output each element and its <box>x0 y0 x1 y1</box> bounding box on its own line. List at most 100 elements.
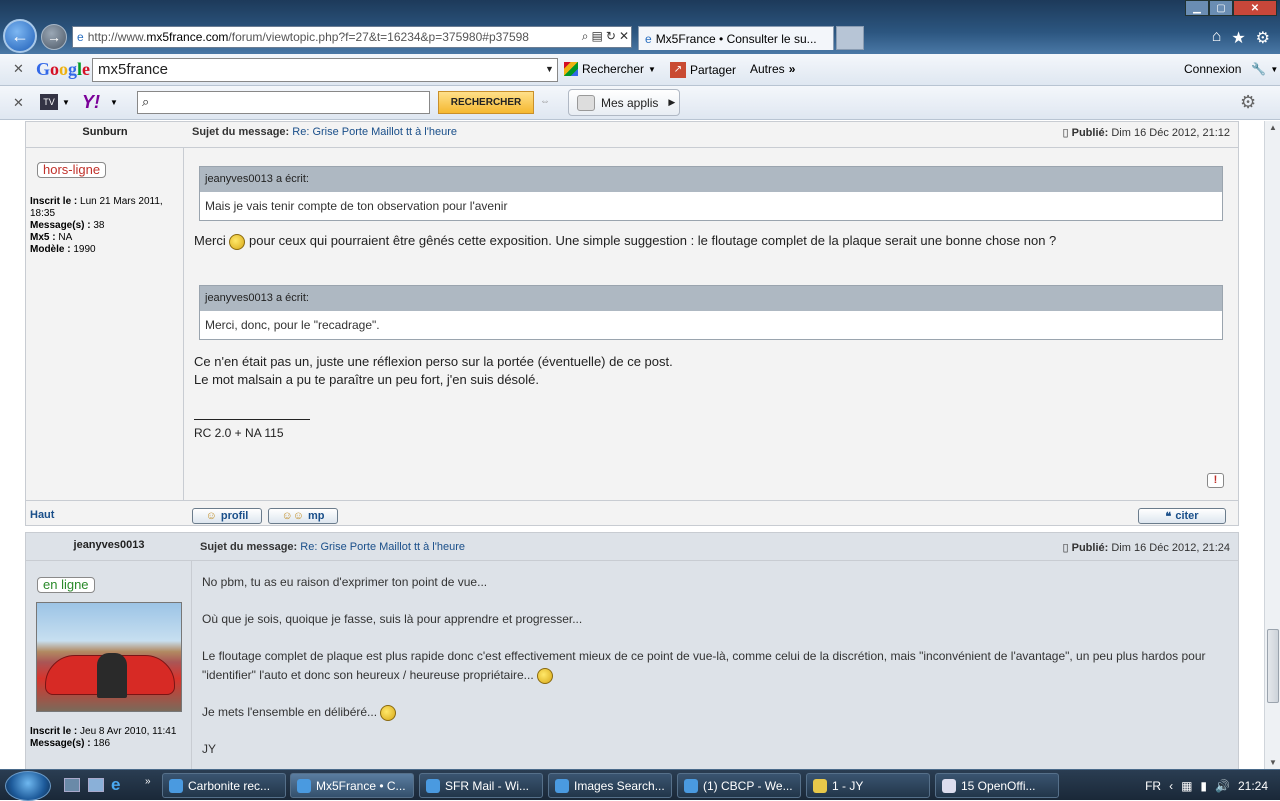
volume-icon[interactable]: 🔊 <box>1215 779 1230 793</box>
refresh-icon[interactable]: ↻ <box>606 29 616 44</box>
tab-mx5france[interactable]: e Mx5France • Consulter le su... <box>638 26 834 50</box>
maximize-icon: ▢ <box>1216 2 1226 14</box>
rechercher-button[interactable]: Rechercher ▼ <box>564 62 656 76</box>
taskbar-item[interactable]: Images Search... <box>548 773 672 798</box>
autres-button[interactable]: Autres » <box>750 62 795 76</box>
citer-button[interactable]: ❝ citer <box>1138 508 1226 524</box>
url-rest: /forum/viewtopic.php?f=27&t=16234&p=3759… <box>228 30 529 44</box>
url-prefix: http://www. <box>87 30 147 44</box>
ie-tab-icon: e <box>645 31 652 46</box>
haut-link[interactable]: Haut <box>30 509 54 521</box>
taskbar-item[interactable]: Mx5France • C... <box>290 773 414 798</box>
browser-titlebar: ← → e http://www. mx5france.com/forum/vie… <box>0 0 1280 54</box>
vertical-scrollbar[interactable]: ▲ ▼ <box>1264 121 1280 769</box>
search-icon[interactable]: ⌕ <box>582 29 589 44</box>
openoffice-icon <box>942 778 956 793</box>
address-bar[interactable]: e http://www. mx5france.com/forum/viewtop… <box>72 26 632 48</box>
close-icon: ✕ <box>1250 2 1260 14</box>
taskbar-item[interactable]: SFR Mail - Wi... <box>419 773 543 798</box>
forward-button[interactable]: → <box>41 24 67 50</box>
messages-label: Message(s) : <box>30 220 91 231</box>
forum-post: Sunburn Sujet du message: Re: Grise Port… <box>25 121 1239 526</box>
taskbar-item[interactable]: (1) CBCP - We... <box>677 773 801 798</box>
partager-label: Partager <box>690 63 737 77</box>
language-indicator[interactable]: FR <box>1145 779 1161 793</box>
autres-label: Autres <box>750 62 785 76</box>
post-subject: Sujet du message: Re: Grise Porte Maillo… <box>192 126 457 138</box>
ie-icon <box>555 778 569 793</box>
home-icon[interactable]: ⌂ <box>1212 28 1222 48</box>
google-toolbar: ✕ Google mx5france ▼ Rechercher ▼ ↗ Part… <box>0 54 1280 86</box>
smiley-icon <box>537 667 554 684</box>
start-button[interactable] <box>5 771 51 801</box>
chevron-down-icon: ▼ <box>648 64 656 74</box>
scroll-down-icon[interactable]: ▼ <box>1269 758 1277 767</box>
messages-value: 38 <box>93 220 105 231</box>
explorer-icon[interactable] <box>88 778 104 792</box>
gear-icon[interactable]: ⚙ <box>1256 28 1270 48</box>
scroll-thumb[interactable] <box>1267 629 1279 703</box>
taskbar-item[interactable]: 15 OpenOffi... <box>935 773 1059 798</box>
page-icon: e <box>77 30 84 44</box>
mes-applis-button[interactable]: Mes applis ▶ <box>568 89 680 116</box>
yahoo-rechercher-button[interactable]: RECHERCHER <box>438 91 534 114</box>
page-viewport: Sunburn Sujet du message: Re: Grise Port… <box>0 121 1264 769</box>
star-icon[interactable]: ★ <box>1231 28 1245 48</box>
post-header: jeanyves0013 Sujet du message: Re: Grise… <box>26 533 1238 561</box>
report-button[interactable]: ! <box>1207 473 1224 488</box>
minimize-icon: ▁ <box>1193 2 1201 14</box>
network-icon[interactable]: ▦ <box>1181 779 1192 793</box>
post-icon: ▯ <box>1062 127 1069 139</box>
maximize-button[interactable]: ▢ <box>1209 0 1233 16</box>
mp-button[interactable]: ☺☺ mp <box>268 508 338 524</box>
dropdown-arrow-icon[interactable]: ▼ <box>545 64 554 74</box>
connexion-button[interactable]: Connexion 🔧 ▼ <box>1184 62 1278 76</box>
clock[interactable]: 21:24 <box>1238 779 1268 793</box>
taskbar-item[interactable]: Carbonite rec... <box>162 773 286 798</box>
chevron-left-icon[interactable]: ‹ <box>1169 779 1173 793</box>
compat-icon[interactable]: ▤ <box>592 29 603 44</box>
ie-quicklaunch-icon[interactable]: e <box>111 775 120 795</box>
taskbar-label: SFR Mail - Wi... <box>445 778 529 793</box>
yahoo-search-input[interactable]: ⌕ <box>137 91 430 114</box>
subject-link[interactable]: Re: Grise Porte Maillot tt à l'heure <box>292 126 457 138</box>
status-badge: en ligne <box>37 577 95 593</box>
back-button[interactable]: ← <box>3 19 37 53</box>
new-tab-button[interactable] <box>836 26 864 50</box>
paragraph: No pbm, tu as eu raison d'exprimer ton p… <box>202 575 488 589</box>
post-author[interactable]: jeanyves0013 <box>26 533 192 559</box>
subject-link[interactable]: Re: Grise Porte Maillot tt à l'heure <box>300 541 465 553</box>
scroll-up-icon[interactable]: ▲ <box>1269 123 1277 132</box>
inscrit-label: Inscrit le : <box>30 196 78 207</box>
yahoo-button[interactable]: Y! ▼ <box>82 92 118 113</box>
posted-label: Publié: <box>1071 127 1109 139</box>
chevron-right-icon[interactable]: » <box>145 776 151 787</box>
partager-button[interactable]: ↗ Partager <box>670 62 736 78</box>
minimize-button[interactable]: ▁ <box>1185 0 1209 16</box>
battery-icon[interactable]: ▮ <box>1200 779 1207 793</box>
post-text: No pbm, tu as eu raison d'exprimer ton p… <box>202 573 1232 759</box>
wrench-icon: 🔧 <box>1251 62 1267 76</box>
quote-block: jeanyves0013 a écrit: Merci, donc, pour … <box>199 285 1223 340</box>
signature: RC 2.0 + NA 115 <box>194 426 284 440</box>
paragraph: Je mets l'ensemble en délibéré... <box>202 703 1232 722</box>
settings-gear-icon[interactable]: ⚙ <box>1240 92 1256 113</box>
subject-label: Sujet du message: <box>192 126 290 138</box>
drag-handle-icon[interactable]: ⇔ <box>540 96 550 107</box>
smiley-icon <box>229 233 246 250</box>
taskbar-item[interactable]: 1 - JY <box>806 773 930 798</box>
close-button[interactable]: ✕ <box>1233 0 1277 16</box>
google-search-input[interactable]: mx5france <box>92 58 558 82</box>
close-toolbar-icon[interactable]: ✕ <box>13 95 24 111</box>
profil-button[interactable]: ☺ profil <box>192 508 262 524</box>
stop-icon[interactable]: ✕ <box>619 29 629 44</box>
post-header: Sunburn Sujet du message: Re: Grise Port… <box>26 122 1238 148</box>
taskbar-label: 1 - JY <box>832 778 864 793</box>
tv-button[interactable]: TV ▼ <box>40 94 70 110</box>
taskbar-label: 15 OpenOffi... <box>961 778 1036 793</box>
close-toolbar-icon[interactable]: ✕ <box>13 61 24 77</box>
smiley-icon <box>380 704 397 721</box>
show-desktop-icon[interactable] <box>64 778 80 792</box>
post-author[interactable]: Sunburn <box>26 122 184 148</box>
quote-icon: ❝ <box>1165 510 1172 523</box>
